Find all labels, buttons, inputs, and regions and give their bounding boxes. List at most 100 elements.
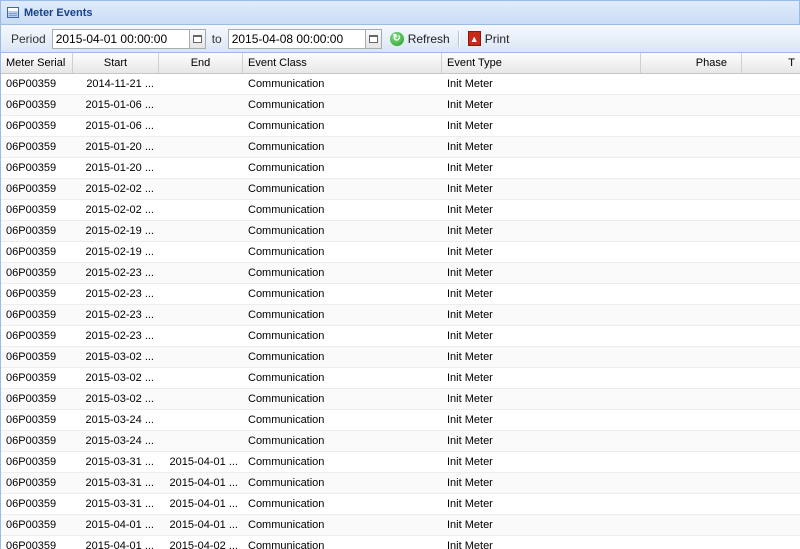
cell-event-class: Communication — [248, 141, 325, 153]
cell-phase — [641, 368, 742, 388]
cell-event-type: Init Meter — [447, 519, 493, 531]
cell-meter-serial: 06P00359 — [6, 456, 57, 468]
cell-phase — [641, 389, 742, 409]
cell-t — [742, 305, 800, 325]
column-header-event-class[interactable]: Event Class — [243, 53, 442, 73]
print-label: Print — [484, 31, 510, 46]
table-row[interactable]: 06P00359 2015-02-23 ... Communication Init … — [1, 326, 800, 347]
cell-start: 2015-03-02 ... — [85, 351, 155, 363]
cell-start: 2015-03-24 ... — [85, 414, 155, 426]
cell-start: 2015-04-01 ... — [85, 540, 155, 549]
cell-phase — [641, 200, 742, 220]
table-row[interactable]: 06P00359 2015-03-02 ... Communication Init … — [1, 347, 800, 368]
table-row[interactable]: 06P00359 2015-03-31 ... 2015-04-01 ... Comm… — [1, 452, 800, 473]
cell-end — [159, 284, 243, 304]
to-date-field — [227, 28, 382, 49]
table-row[interactable]: 06P00359 2014-11-21 ... Communication Init … — [1, 74, 800, 95]
refresh-button[interactable]: ↻ Refresh — [386, 28, 454, 50]
cell-phase — [641, 116, 742, 136]
table-row[interactable]: 06P00359 2015-01-20 ... Communication Init … — [1, 137, 800, 158]
cell-meter-serial: 06P00359 — [6, 288, 57, 300]
table-row[interactable]: 06P00359 2015-02-19 ... Communication Init … — [1, 221, 800, 242]
table-row[interactable]: 06P00359 2015-02-23 ... Communication Init … — [1, 305, 800, 326]
cell-end — [159, 200, 243, 220]
column-header-meter-serial[interactable]: Meter Serial — [1, 53, 73, 73]
cell-phase — [641, 74, 742, 94]
cell-t — [742, 536, 800, 549]
cell-start: 2015-02-02 ... — [85, 204, 155, 216]
cell-start: 2015-02-19 ... — [85, 246, 155, 258]
cell-event-class: Communication — [248, 498, 325, 510]
cell-phase — [641, 158, 742, 178]
cell-end — [159, 305, 243, 325]
cell-t — [742, 347, 800, 367]
cell-end — [159, 326, 243, 346]
table-row[interactable]: 06P00359 2015-02-19 ... Communication Init … — [1, 242, 800, 263]
cell-phase — [641, 242, 742, 262]
column-header-end[interactable]: End — [159, 53, 243, 73]
to-date-picker-button[interactable] — [364, 28, 382, 49]
from-date-input[interactable] — [51, 28, 189, 49]
cell-end — [159, 137, 243, 157]
print-button[interactable]: ▲ Print — [464, 28, 514, 50]
column-header-start[interactable]: Start — [73, 53, 159, 73]
cell-event-class: Communication — [248, 162, 325, 174]
column-header-phase[interactable]: Phase — [641, 53, 742, 73]
table-row[interactable]: 06P00359 2015-03-31 ... 2015-04-01 ... Comm… — [1, 473, 800, 494]
cell-event-type: Init Meter — [447, 246, 493, 258]
cell-start: 2015-03-02 ... — [85, 393, 155, 405]
cell-t — [742, 137, 800, 157]
cell-start: 2015-01-06 ... — [85, 120, 155, 132]
cell-meter-serial: 06P00359 — [6, 267, 57, 279]
cell-phase — [641, 431, 742, 451]
table-row[interactable]: 06P00359 2015-02-02 ... Communication Init … — [1, 200, 800, 221]
table-row[interactable]: 06P00359 2015-01-06 ... Communication Init … — [1, 116, 800, 137]
cell-event-class: Communication — [248, 372, 325, 384]
cell-start: 2014-11-21 ... — [86, 78, 154, 90]
cell-t — [742, 284, 800, 304]
cell-t — [742, 515, 800, 535]
cell-end — [159, 74, 243, 94]
cell-start: 2015-02-23 ... — [85, 330, 155, 342]
table-row[interactable]: 06P00359 2015-03-24 ... Communication Init … — [1, 410, 800, 431]
refresh-icon: ↻ — [389, 31, 404, 46]
cell-meter-serial: 06P00359 — [6, 498, 57, 510]
cell-event-type: Init Meter — [447, 141, 493, 153]
table-row[interactable]: 06P00359 2015-04-01 ... 2015-04-01 ... Comm… — [1, 515, 800, 536]
table-row[interactable]: 06P00359 2015-03-02 ... Communication Init … — [1, 368, 800, 389]
column-header-event-type[interactable]: Event Type — [442, 53, 641, 73]
table-row[interactable]: 06P00359 2015-04-01 ... 2015-04-02 ... Comm… — [1, 536, 800, 549]
from-date-picker-button[interactable] — [188, 28, 206, 49]
grid-body[interactable]: 06P00359 2014-11-21 ... Communication Init … — [0, 74, 800, 549]
cell-end: 2015-04-02 ... — [169, 540, 239, 549]
cell-meter-serial: 06P00359 — [6, 540, 57, 549]
table-row[interactable]: 06P00359 2015-02-02 ... Communication Init … — [1, 179, 800, 200]
column-header-t[interactable]: T — [742, 53, 800, 73]
cell-meter-serial: 06P00359 — [6, 204, 57, 216]
cell-phase — [641, 284, 742, 304]
cell-event-type: Init Meter — [447, 288, 493, 300]
cell-start: 2015-01-06 ... — [85, 99, 155, 111]
cell-event-class: Communication — [248, 393, 325, 405]
table-row[interactable]: 06P00359 2015-02-23 ... Communication Init … — [1, 284, 800, 305]
cell-t — [742, 158, 800, 178]
table-row[interactable]: 06P00359 2015-01-20 ... Communication Init … — [1, 158, 800, 179]
table-row[interactable]: 06P00359 2015-03-24 ... Communication Init … — [1, 431, 800, 452]
cell-meter-serial: 06P00359 — [6, 393, 57, 405]
table-row[interactable]: 06P00359 2015-02-23 ... Communication Init … — [1, 263, 800, 284]
cell-event-type: Init Meter — [447, 330, 493, 342]
cell-event-class: Communication — [248, 435, 325, 447]
cell-end — [159, 389, 243, 409]
table-row[interactable]: 06P00359 2015-03-31 ... 2015-04-01 ... Comm… — [1, 494, 800, 515]
cell-meter-serial: 06P00359 — [6, 162, 57, 174]
cell-end — [159, 95, 243, 115]
cell-end: 2015-04-01 ... — [169, 456, 239, 468]
calendar-icon — [192, 34, 202, 43]
to-date-input[interactable] — [227, 28, 365, 49]
cell-meter-serial: 06P00359 — [6, 78, 57, 90]
table-row[interactable]: 06P00359 2015-01-06 ... Communication Init … — [1, 95, 800, 116]
cell-end — [159, 431, 243, 451]
cell-event-type: Init Meter — [447, 477, 493, 489]
table-row[interactable]: 06P00359 2015-03-02 ... Communication Init … — [1, 389, 800, 410]
cell-event-type: Init Meter — [447, 540, 493, 549]
